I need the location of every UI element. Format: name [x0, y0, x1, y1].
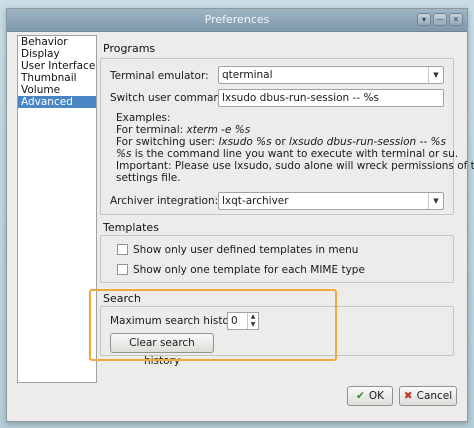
switch-user-field[interactable]: lxsudo dbus-run-session -- %s: [218, 89, 444, 107]
archiver-value: lxqt-archiver: [222, 195, 289, 207]
sidebar-item-volume[interactable]: Volume: [18, 84, 96, 96]
one-template-per-mime-option[interactable]: Show only one template for each MIME typ…: [117, 264, 365, 276]
example-terminal: For terminal: xterm -e %s: [116, 124, 251, 136]
user-defined-templates-checkbox[interactable]: [117, 244, 128, 255]
checkmark-icon: ✔: [356, 390, 365, 402]
switch-user-label: Switch user command:: [110, 92, 231, 104]
terminal-emulator-combo[interactable]: qterminal ▼: [218, 66, 444, 84]
chevron-down-icon[interactable]: ▼: [428, 67, 443, 83]
ok-button[interactable]: ✔ OK: [347, 386, 393, 406]
important-note-line2: settings file.: [116, 172, 181, 184]
one-template-per-mime-checkbox[interactable]: [117, 264, 128, 275]
chevron-down-icon[interactable]: ▼: [428, 193, 443, 209]
examples-heading: Examples:: [116, 112, 171, 124]
sidebar-item-display[interactable]: Display: [18, 48, 96, 60]
cancel-button[interactable]: ✖ Cancel: [399, 386, 457, 406]
sidebar-item-advanced[interactable]: Advanced: [18, 96, 96, 108]
highlight-box: [89, 289, 337, 361]
terminal-emulator-value: qterminal: [222, 69, 273, 81]
archiver-combo[interactable]: lxqt-archiver ▼: [218, 192, 444, 210]
preferences-window: Preferences ▾ — ✕ Behavior Display User …: [6, 8, 474, 422]
example-command-desc: %s is the command line you want to execu…: [116, 148, 459, 160]
user-defined-templates-option[interactable]: Show only user defined templates in menu: [117, 244, 358, 256]
shade-button[interactable]: ▾: [417, 13, 431, 26]
programs-heading: Programs: [103, 42, 156, 55]
archiver-label: Archiver integration:: [110, 195, 219, 207]
category-list[interactable]: Behavior Display User Interface Thumbnai…: [17, 35, 97, 383]
terminal-emulator-label: Terminal emulator:: [110, 70, 209, 82]
sidebar-item-behavior[interactable]: Behavior: [18, 36, 96, 48]
sidebar-item-user-interface[interactable]: User Interface: [18, 60, 96, 72]
sidebar-item-thumbnail[interactable]: Thumbnail: [18, 72, 96, 84]
cancel-icon: ✖: [403, 390, 413, 402]
minimize-button[interactable]: —: [433, 13, 447, 26]
example-switch-user: For switching user: lxsudo %s or lxsudo …: [116, 136, 446, 148]
window-title: Preferences: [204, 13, 270, 26]
templates-heading: Templates: [103, 221, 159, 234]
important-note-line1: Important: Please use lxsudo, sudo alone…: [116, 160, 474, 172]
close-button[interactable]: ✕: [449, 13, 463, 26]
title-bar[interactable]: Preferences ▾ — ✕: [7, 9, 467, 32]
